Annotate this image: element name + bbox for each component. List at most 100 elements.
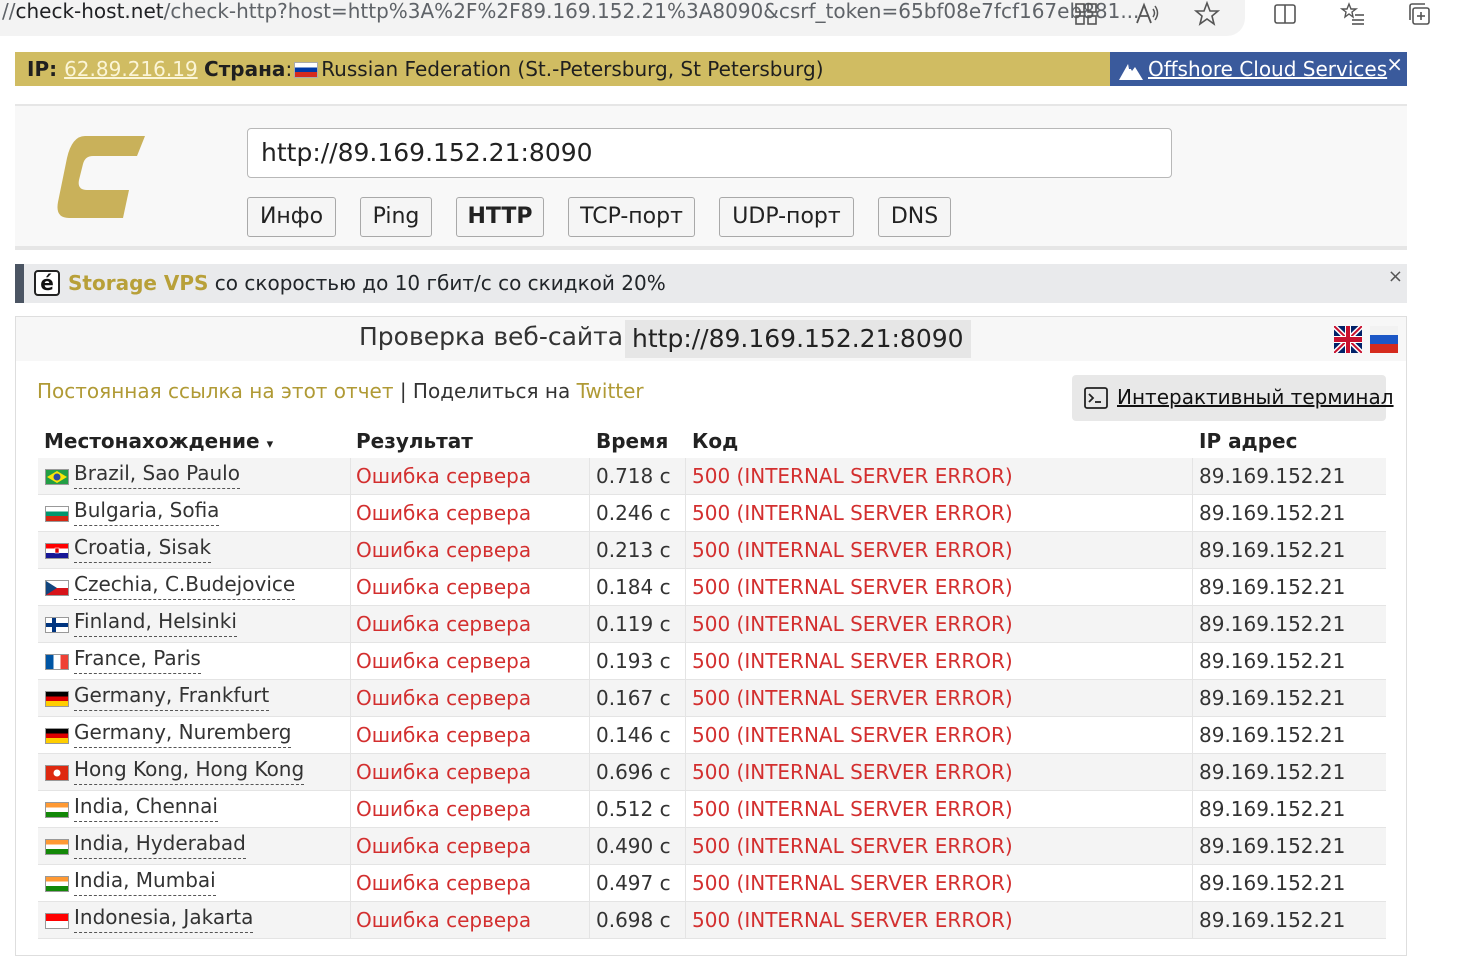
uk-flag-icon[interactable] (1334, 326, 1362, 353)
location-link[interactable]: Croatia, Sisak (74, 532, 212, 563)
table-row: Brazil, Sao Paulo Ошибка сервера 0.718 с 50… (38, 458, 1386, 495)
country-flag-icon (45, 617, 69, 633)
location-link[interactable]: Bulgaria, Sofia (74, 495, 220, 526)
ip-cell: 89.169.152.21 (1199, 612, 1346, 636)
location-link[interactable]: Indonesia, Jakarta (74, 902, 254, 933)
location-link[interactable]: Brazil, Sao Paulo (74, 458, 240, 489)
check-host-logo[interactable] (57, 136, 147, 218)
table-row: India, Chennai Ошибка сервера 0.512 с 500 (… (38, 791, 1386, 828)
interactive-terminal-button[interactable]: Интерактивный терминал (1072, 375, 1394, 421)
promo-banner[interactable]: é Storage VPS со скоростью до 10 гбит/с … (15, 264, 1407, 303)
table-row: India, Hyderabad Ошибка сервера 0.490 с 500… (38, 828, 1386, 865)
tab-http[interactable]: HTTP (456, 197, 544, 237)
tab-tcp-port[interactable]: TCP-порт (568, 197, 695, 237)
close-ad-button[interactable]: × (1386, 52, 1403, 76)
close-promo-button[interactable]: × (1388, 266, 1403, 287)
table-row: Croatia, Sisak Ошибка сервера 0.213 с 500 (… (38, 532, 1386, 569)
location-cell: Brazil, Sao Paulo (38, 458, 351, 494)
location-cell: Germany, Nuremberg (38, 717, 351, 753)
visitor-country: Russian Federation (St.-Petersburg, St P… (321, 57, 824, 81)
ip-cell: 89.169.152.21 (1199, 686, 1346, 710)
address-bar[interactable]: //check-host.net/check-http?host=http%3A… (0, 0, 1245, 36)
result-cell: Ошибка сервера (350, 680, 590, 716)
results-header: Проверка веб-сайта http://89.169.152.21:… (16, 317, 1406, 361)
apps-icon[interactable] (1073, 1, 1099, 27)
location-link[interactable]: France, Paris (74, 643, 201, 674)
table-row: Germany, Frankfurt Ошибка сервера 0.167 с5… (38, 680, 1386, 717)
visitor-ip-bar: IP: 62.89.216.19 Страна: Russian Federati… (15, 52, 1407, 86)
location-link[interactable]: India, Hyderabad (74, 828, 246, 859)
offshore-ad-banner[interactable]: Offshore Cloud Services × (1110, 52, 1407, 86)
address-text[interactable]: //check-host.net/check-http?host=http%3A… (2, 0, 1139, 23)
location-link[interactable]: Czechia, C.Budejovice (74, 569, 296, 600)
tab-udp-port[interactable]: UDP-порт (719, 197, 854, 237)
result-cell: Ошибка сервера (350, 828, 590, 864)
column-ip[interactable]: IP адрес (1199, 429, 1297, 453)
ip-cell: 89.169.152.21 (1199, 464, 1346, 488)
collections-icon[interactable] (1406, 1, 1432, 27)
table-row: Bulgaria, Sofia Ошибка сервера 0.246 с 500 … (38, 495, 1386, 532)
location-cell: Bulgaria, Sofia (38, 495, 351, 531)
time-cell: 0.193 с (590, 643, 686, 679)
location-cell: France, Paris (38, 643, 351, 679)
column-location[interactable]: Местонахождение ▾ (44, 429, 273, 453)
ip-cell: 89.169.152.21 (1199, 797, 1346, 821)
russian-flag-icon[interactable] (1370, 326, 1398, 353)
country-flag-icon (45, 839, 69, 855)
check-form-panel: http://89.169.152.21:8090 Инфо Ping HTTP… (15, 104, 1407, 250)
result-cell: Ошибка сервера (350, 569, 590, 605)
terminal-icon (1084, 387, 1108, 409)
code-cell: 500 (INTERNAL SERVER ERROR) (686, 532, 1193, 568)
location-link[interactable]: Germany, Nuremberg (74, 717, 292, 748)
results-card: Проверка веб-сайта http://89.169.152.21:… (15, 316, 1407, 956)
ip-cell: 89.169.152.21 (1199, 501, 1346, 525)
visitor-ip-info: IP: 62.89.216.19 Страна: Russian Federati… (27, 57, 824, 81)
country-flag-icon (45, 913, 69, 929)
checked-host: http://89.169.152.21:8090 (625, 320, 971, 358)
country-flag-icon (45, 765, 69, 781)
host-url-input[interactable]: http://89.169.152.21:8090 (247, 128, 1172, 178)
favorite-star-icon[interactable] (1193, 0, 1221, 27)
tab-info[interactable]: Инфо (247, 197, 336, 237)
code-cell: 500 (INTERNAL SERVER ERROR) (686, 754, 1193, 790)
promo-text[interactable]: Storage VPS со скоростью до 10 гбит/с со… (68, 271, 666, 295)
visitor-ip-link[interactable]: 62.89.216.19 (64, 57, 198, 81)
code-cell: 500 (INTERNAL SERVER ERROR) (686, 791, 1193, 827)
country-flag-icon (45, 876, 69, 892)
offshore-cloud-link[interactable]: Offshore Cloud Services (1148, 57, 1387, 81)
split-screen-icon[interactable] (1272, 1, 1298, 27)
ip-cell: 89.169.152.21 (1199, 649, 1346, 673)
country-flag-icon (45, 469, 69, 485)
location-link[interactable]: India, Mumbai (74, 865, 216, 896)
code-cell: 500 (INTERNAL SERVER ERROR) (686, 458, 1193, 494)
result-cell: Ошибка сервера (350, 791, 590, 827)
tab-ping[interactable]: Ping (360, 197, 432, 237)
time-cell: 0.512 с (590, 791, 686, 827)
permalink-link[interactable]: Постоянная ссылка на этот отчет (37, 379, 393, 403)
column-code[interactable]: Код (692, 429, 738, 453)
ip-cell: 89.169.152.21 (1199, 575, 1346, 599)
country-flag-icon (45, 580, 69, 596)
read-aloud-icon[interactable] (1134, 1, 1160, 27)
location-link[interactable]: Finland, Helsinki (74, 606, 237, 637)
country-flag-icon (45, 802, 69, 818)
time-cell: 0.698 с (590, 902, 686, 938)
results-table-body: Brazil, Sao Paulo Ошибка сервера 0.718 с 50… (38, 458, 1386, 939)
location-link[interactable]: Germany, Frankfurt (74, 680, 270, 711)
result-cell: Ошибка сервера (350, 902, 590, 938)
country-flag-icon (45, 691, 69, 707)
table-row: Czechia, C.Budejovice Ошибка сервера 0.184… (38, 569, 1386, 606)
code-cell: 500 (INTERNAL SERVER ERROR) (686, 865, 1193, 901)
twitter-share-link[interactable]: Twitter (577, 379, 644, 403)
results-title: Проверка веб-сайта (359, 322, 624, 351)
column-result[interactable]: Результат (356, 429, 473, 453)
result-cell: Ошибка сервера (350, 606, 590, 642)
location-link[interactable]: India, Chennai (74, 791, 218, 822)
favorites-list-icon[interactable] (1339, 1, 1366, 27)
column-time[interactable]: Время (596, 429, 668, 453)
location-link[interactable]: Hong Kong, Hong Kong (74, 754, 305, 785)
tab-dns[interactable]: DNS (878, 197, 951, 237)
time-cell: 0.246 с (590, 495, 686, 531)
location-cell: Hong Kong, Hong Kong (38, 754, 351, 790)
code-cell: 500 (INTERNAL SERVER ERROR) (686, 495, 1193, 531)
